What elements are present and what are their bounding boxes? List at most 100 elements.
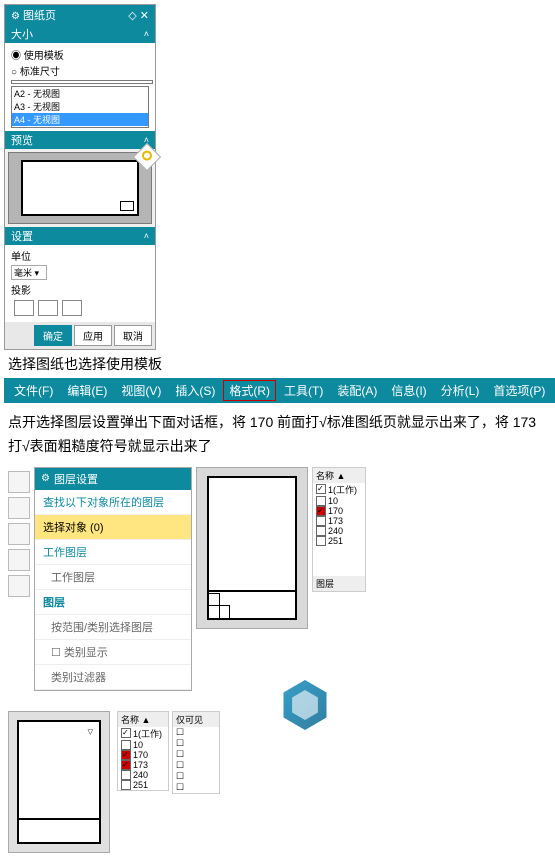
filter-by-category[interactable]: 按范围/类别选择图层 xyxy=(35,615,191,640)
small-graphics-area: ▽ xyxy=(8,711,110,853)
layer-row[interactable]: 1(工作) xyxy=(313,483,365,496)
small-layer-header[interactable]: 名称 ▲ xyxy=(118,712,168,727)
checkbox-icon[interactable] xyxy=(316,526,326,536)
projection-icons xyxy=(11,297,149,319)
layer-row[interactable]: 10 xyxy=(118,740,168,750)
menu-tools[interactable]: 工具(T) xyxy=(278,380,329,401)
list-item[interactable]: A3 - 无视图 xyxy=(12,100,148,113)
layer-row[interactable]: 251 xyxy=(313,536,365,546)
small-drawing-sheet: ▽ xyxy=(17,720,101,844)
roughness-symbol: ▽ xyxy=(88,728,93,736)
instruction-text: 点开选择图层设置弹出下面对话框，将 170 前面打√标准图纸页就显示出来了，将 … xyxy=(8,411,538,459)
radio-use-template[interactable]: ◉ 使用模板 xyxy=(11,47,149,62)
template-preview xyxy=(8,152,152,224)
layer-row[interactable]: 1(工作) xyxy=(118,727,168,740)
menu-edit[interactable]: 编辑(E) xyxy=(61,380,113,401)
find-layer-row[interactable]: 查找以下对象所在的图层 xyxy=(35,490,191,515)
visible-header[interactable]: 仅可见 xyxy=(173,712,219,727)
menu-format[interactable]: 格式(R) xyxy=(223,380,276,401)
nav-icon[interactable] xyxy=(8,549,30,571)
settings-body: 单位 毫米 ▾ 投影 xyxy=(5,245,155,322)
nav-icon[interactable] xyxy=(8,523,30,545)
chevron-up-icon: ˄ xyxy=(144,231,149,241)
panel-controls: ◇ ✕ xyxy=(128,9,149,22)
list-item[interactable]: A2 - 无视图 xyxy=(12,87,148,100)
vis-row[interactable]: ☐ xyxy=(173,738,219,749)
checkbox-icon[interactable] xyxy=(121,760,131,770)
category-filter-row: 类别过滤器 xyxy=(35,665,191,690)
checkbox-icon[interactable] xyxy=(121,740,131,750)
layer-row[interactable]: 240 xyxy=(313,526,365,536)
small-title-block xyxy=(19,818,99,842)
list-item-selected[interactable]: A4 - 无视图 xyxy=(12,113,148,126)
small-layer-list: 名称 ▲ 1(工作) 10 170 173 240 251 xyxy=(117,711,169,791)
drawing-sheet xyxy=(207,476,297,620)
nav-icon[interactable] xyxy=(8,497,30,519)
layer-row[interactable]: 10 xyxy=(313,496,365,506)
category-display-row[interactable]: ☐ 类别显示 xyxy=(35,640,191,665)
menu-analysis[interactable]: 分析(L) xyxy=(435,380,486,401)
layer-row[interactable]: 251 xyxy=(118,780,168,790)
vis-row[interactable]: ☐ xyxy=(173,760,219,771)
checkbox-icon[interactable] xyxy=(316,496,326,506)
vis-row[interactable]: ☐ xyxy=(173,727,219,738)
drawing-sheet-panel: ⚙ 图纸页 ◇ ✕ 大小˄ ◉ 使用模板 ○ 标准尺寸 A2 - 无视图 A3 … xyxy=(4,4,156,350)
projection-option-icon[interactable] xyxy=(62,300,82,316)
layer-row[interactable]: 173 xyxy=(313,516,365,526)
template-dropdown[interactable] xyxy=(11,80,153,84)
checkbox-icon[interactable] xyxy=(121,780,131,790)
projection-label: 投影 xyxy=(11,282,149,297)
paper-size-list[interactable]: A2 - 无视图 A3 - 无视图 A4 - 无视图 A0++ - 横断 无视图 xyxy=(11,86,149,128)
apply-button[interactable]: 应用 xyxy=(74,325,112,346)
layer-row[interactable]: 170 xyxy=(118,750,168,760)
chevron-up-icon: ˄ xyxy=(144,29,149,39)
menu-file[interactable]: 文件(F) xyxy=(8,380,59,401)
layer-list-panel: 名称 ▲ 1(工作) 10 170 173 240 251 图层 xyxy=(312,467,366,592)
main-menubar: 文件(F) 编辑(E) 视图(V) 插入(S) 格式(R) 工具(T) 装配(A… xyxy=(4,378,555,403)
checkbox-icon[interactable] xyxy=(316,506,326,516)
cancel-button[interactable]: 取消 xyxy=(114,325,152,346)
work-layer-header[interactable]: 工作图层 xyxy=(35,540,191,565)
list-item[interactable]: A0++ - 横断 无视图 xyxy=(12,126,148,128)
checkbox-icon[interactable] xyxy=(316,484,326,494)
layer-row[interactable]: 170 xyxy=(313,506,365,516)
ok-button[interactable]: 确定 xyxy=(34,325,72,346)
preview-section-header[interactable]: 预览˄ xyxy=(5,131,155,149)
visible-only-column: 仅可见 ☐ ☐ ☐ ☐ ☐ ☐ xyxy=(172,711,220,794)
checkbox-icon[interactable] xyxy=(121,750,131,760)
layers-header-row[interactable]: 图层 xyxy=(35,590,191,615)
checkbox-icon[interactable] xyxy=(316,536,326,546)
panel-title-bar: ⚙ 图纸页 ◇ ✕ xyxy=(5,5,155,25)
gear-icon: ⚙ xyxy=(41,473,50,484)
units-row: 单位 xyxy=(11,248,149,263)
dialog-buttons: 确定 应用 取消 xyxy=(5,322,155,349)
menu-prefs[interactable]: 首选项(P) xyxy=(487,380,551,401)
layer-dialog-header: ⚙ 图层设置 xyxy=(35,468,191,490)
menu-info[interactable]: 信息(I) xyxy=(385,380,432,401)
watermark-logo xyxy=(280,680,340,740)
third-angle-icon[interactable] xyxy=(38,300,58,316)
graphics-area xyxy=(196,467,308,629)
menu-insert[interactable]: 插入(S) xyxy=(169,380,221,401)
first-angle-icon[interactable] xyxy=(14,300,34,316)
units-dropdown[interactable]: 毫米 ▾ xyxy=(11,265,47,280)
resource-bar xyxy=(8,467,34,597)
menu-assembly[interactable]: 装配(A) xyxy=(331,380,383,401)
nav-icon[interactable] xyxy=(8,471,30,493)
size-section-header[interactable]: 大小˄ xyxy=(5,25,155,43)
checkbox-icon[interactable] xyxy=(121,728,131,738)
select-objects-row[interactable]: 选择对象 (0) xyxy=(35,515,191,540)
vis-row[interactable]: ☐ xyxy=(173,749,219,760)
preview-page xyxy=(21,160,139,217)
checkbox-icon[interactable] xyxy=(121,770,131,780)
vis-row[interactable]: ☐ xyxy=(173,782,219,793)
layer-row[interactable]: 173 xyxy=(118,760,168,770)
nav-icon[interactable] xyxy=(8,575,30,597)
title-block xyxy=(209,590,295,618)
menu-view[interactable]: 视图(V) xyxy=(115,380,167,401)
layer-row[interactable]: 240 xyxy=(118,770,168,780)
settings-section-header[interactable]: 设置˄ xyxy=(5,227,155,245)
radio-standard-size[interactable]: ○ 标准尺寸 xyxy=(11,63,149,78)
layer-list-header[interactable]: 名称 ▲ xyxy=(313,468,365,483)
checkbox-icon[interactable] xyxy=(316,516,326,526)
